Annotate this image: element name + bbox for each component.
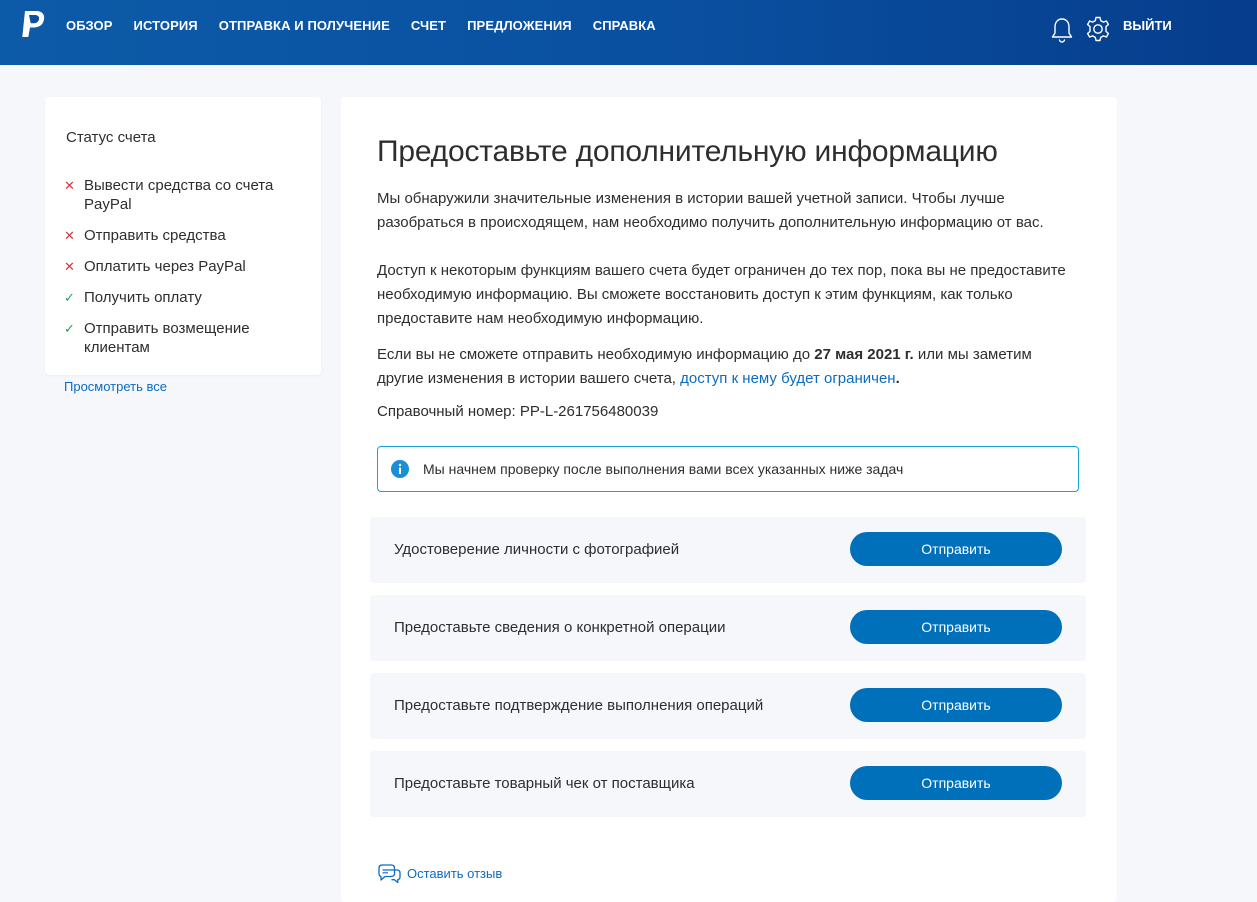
task-row: Удостоверение личности с фотографией Отп… bbox=[370, 517, 1086, 583]
feedback-link-row[interactable]: Оставить отзыв bbox=[376, 861, 502, 885]
task-label: Удостоверение личности с фотографией bbox=[394, 541, 680, 558]
deadline-date: 27 мая 2021 г. bbox=[814, 346, 914, 363]
info-notice: Мы начнем проверку после выполнения вами… bbox=[377, 446, 1079, 492]
limitation-link[interactable]: доступ к нему будет ограничен bbox=[680, 370, 895, 387]
nav-offers[interactable]: ПРЕДЛОЖЕНИЯ bbox=[467, 18, 572, 33]
account-status-list: ✕ Вывести средства со счета PayPal ✕ Отп… bbox=[64, 176, 304, 369]
cross-icon: ✕ bbox=[64, 228, 75, 243]
status-item: ✓ Отправить возмещение клиентам bbox=[64, 319, 304, 357]
intro-paragraph: Мы обнаружили значительные изменения в и… bbox=[377, 190, 1044, 231]
main-nav: ОБЗОР ИСТОРИЯ ОТПРАВКА И ПОЛУЧЕНИЕ СЧЕТ … bbox=[66, 0, 677, 50]
status-item: ✓ Получить оплату bbox=[64, 288, 304, 307]
deadline-text-before: Если вы не сможете отправить необходимую… bbox=[377, 346, 815, 363]
logout-link[interactable]: ВЫЙТИ bbox=[1123, 18, 1172, 33]
task-row: Предоставьте товарный чек от поставщика … bbox=[370, 751, 1086, 817]
nav-account[interactable]: СЧЕТ bbox=[411, 18, 446, 33]
status-item-label: Получить оплату bbox=[84, 289, 202, 306]
cross-icon: ✕ bbox=[64, 259, 75, 274]
feedback-chat-icon[interactable] bbox=[376, 862, 402, 884]
main-panel: Предоставьте дополнительную информацию М… bbox=[341, 97, 1117, 902]
top-nav-bar: ОБЗОР ИСТОРИЯ ОТПРАВКА И ПОЛУЧЕНИЕ СЧЕТ … bbox=[0, 0, 1257, 65]
status-item: ✕ Вывести средства со счета PayPal bbox=[64, 176, 304, 214]
account-status-title: Статус счета bbox=[66, 129, 156, 146]
info-icon bbox=[391, 460, 409, 478]
checkmark-icon: ✓ bbox=[64, 321, 75, 336]
task-label: Предоставьте товарный чек от поставщика bbox=[394, 775, 695, 792]
task-row: Предоставьте сведения о конкретной опера… bbox=[370, 595, 1086, 661]
status-item: ✕ Оплатить через PayPal bbox=[64, 257, 304, 276]
submit-supplier-receipt-button[interactable]: Отправить bbox=[850, 766, 1062, 800]
nav-send-receive[interactable]: ОТПРАВКА И ПОЛУЧЕНИЕ bbox=[219, 18, 390, 33]
task-label: Предоставьте сведения о конкретной опера… bbox=[394, 619, 726, 636]
submit-fulfillment-proof-button[interactable]: Отправить bbox=[850, 688, 1062, 722]
info-text: Мы начнем проверку после выполнения вами… bbox=[423, 461, 904, 477]
bell-icon[interactable] bbox=[1050, 16, 1074, 44]
status-item-label: Вывести средства со счета PayPal bbox=[84, 177, 274, 213]
nav-help[interactable]: СПРАВКА bbox=[593, 18, 656, 33]
cross-icon: ✕ bbox=[64, 178, 75, 193]
feedback-link[interactable]: Оставить отзыв bbox=[407, 866, 502, 881]
task-label: Предоставьте подтверждение выполнения оп… bbox=[394, 697, 764, 714]
status-item-label: Отправить средства bbox=[84, 227, 226, 244]
nav-overview[interactable]: ОБЗОР bbox=[66, 18, 113, 33]
reference-number: Справочный номер: PP-L-261756480039 bbox=[377, 403, 658, 420]
view-all-link[interactable]: Просмотреть все bbox=[64, 379, 167, 394]
reference-label: Справочный номер: bbox=[377, 403, 516, 420]
task-row: Предоставьте подтверждение выполнения оп… bbox=[370, 673, 1086, 739]
restriction-paragraph: Доступ к некоторым функциям вашего счета… bbox=[377, 262, 1066, 327]
gear-icon[interactable] bbox=[1085, 15, 1111, 43]
nav-history[interactable]: ИСТОРИЯ bbox=[134, 18, 198, 33]
submit-photo-id-button[interactable]: Отправить bbox=[850, 532, 1062, 566]
page-title: Предоставьте дополнительную информацию bbox=[377, 135, 998, 168]
status-item-label: Оплатить через PayPal bbox=[84, 258, 246, 275]
deadline-paragraph: Если вы не сможете отправить необходимую… bbox=[377, 343, 1067, 391]
deadline-text-after: . bbox=[895, 370, 900, 387]
status-item-label: Отправить возмещение клиентам bbox=[84, 320, 250, 356]
paypal-logo-icon[interactable] bbox=[19, 10, 47, 40]
checkmark-icon: ✓ bbox=[64, 290, 75, 305]
reference-value: PP-L-261756480039 bbox=[519, 403, 659, 420]
submit-transaction-details-button[interactable]: Отправить bbox=[850, 610, 1062, 644]
status-item: ✕ Отправить средства bbox=[64, 226, 304, 245]
account-status-card: Статус счета ✕ Вывести средства со счета… bbox=[45, 97, 321, 375]
